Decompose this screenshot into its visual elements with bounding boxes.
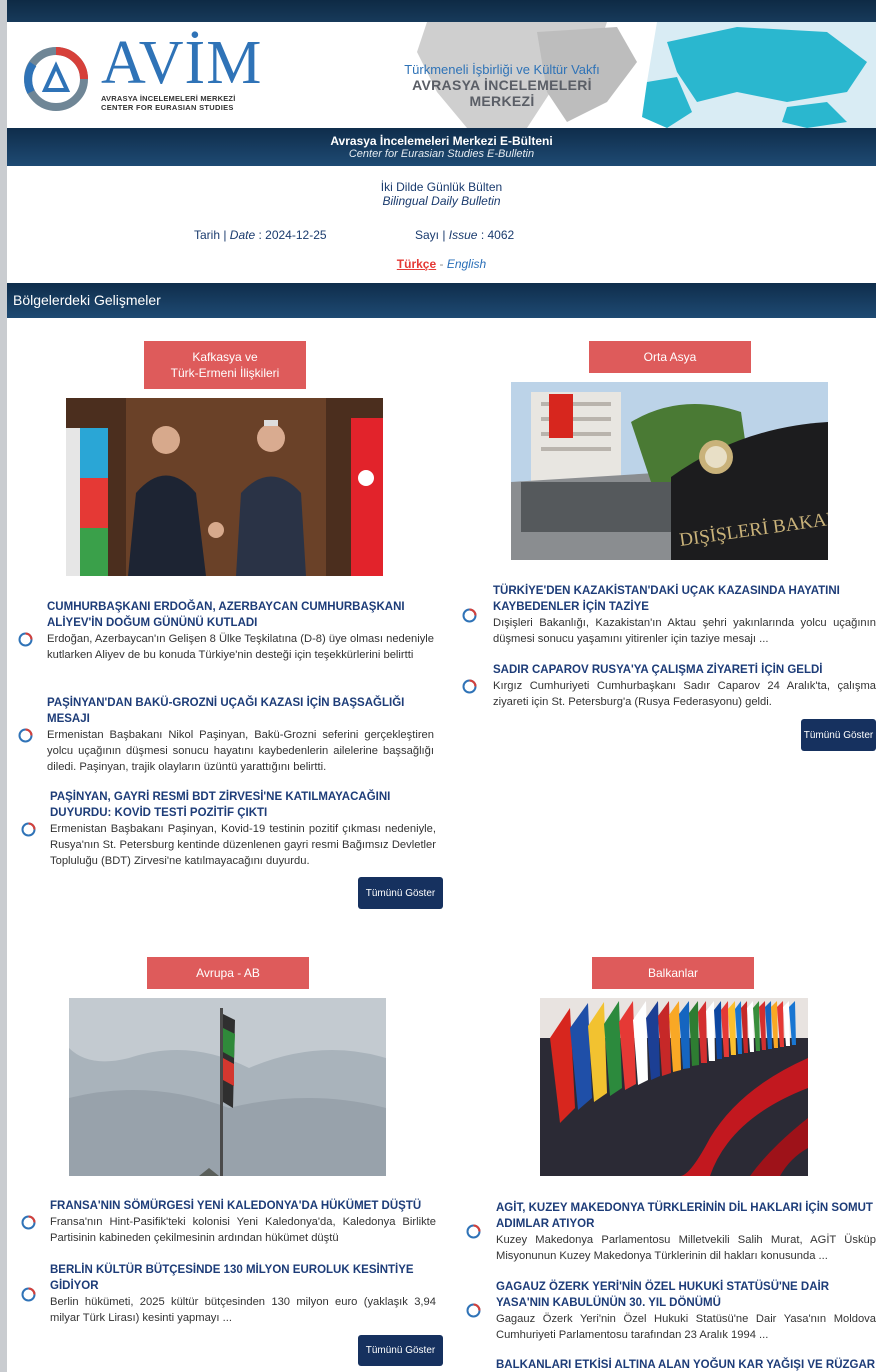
news-title-link[interactable]: PAŞİNYAN, GAYRİ RESMİ BDT ZİRVESİ'NE KAT…: [50, 789, 436, 821]
news-title-link[interactable]: AGİT, KUZEY MAKEDONYA TÜRKLERİNİN DİL HA…: [496, 1200, 876, 1232]
date-value: : 2024-12-25: [255, 228, 327, 242]
category-central-asia-button[interactable]: Orta Asya: [589, 341, 751, 373]
news-title-link[interactable]: CUMHURBAŞKANI ERDOĞAN, AZERBAYCAN CUMHUR…: [47, 599, 434, 631]
avim-bullet-icon: [18, 728, 33, 743]
news-summary: Kırgız Cumhuriyeti Cumhurbaşkanı Sadır C…: [493, 680, 876, 708]
issue-line: Sayı | Issue : 4062: [415, 228, 514, 242]
news-item: SADIR CAPAROV RUSYA'YA ÇALIŞMA ZİYARETİ …: [493, 662, 876, 710]
section-header: Bölgelerdeki Gelişmeler: [7, 283, 876, 318]
bulletin-subtitle: İki Dilde Günlük Bülten Bilingual Daily …: [7, 180, 876, 208]
news-title-link[interactable]: BERLİN KÜLTÜR BÜTÇESİNDE 130 MİLYON EURO…: [50, 1262, 436, 1294]
news-summary: Ermenistan Başbakanı Paşinyan, Kovid-19 …: [50, 823, 436, 867]
show-all-central-asia-button[interactable]: Tümünü Göster: [801, 719, 876, 751]
show-all-caucasus-button[interactable]: Tümünü Göster: [358, 877, 443, 909]
date-line: Tarih | Date : 2024-12-25: [194, 228, 327, 242]
news-summary: Berlin hükümeti, 2025 kültür bütçesinden…: [50, 1296, 436, 1324]
avim-bullet-icon: [462, 679, 477, 694]
news-summary: Fransa'nın Hint-Pasifik'teki kolonisi Ye…: [50, 1216, 436, 1244]
news-item: GAGAUZ ÖZERK YERİ'NİN ÖZEL HUKUKİ STATÜS…: [496, 1279, 876, 1343]
news-title-link[interactable]: BALKANLARI ETKİSİ ALTINA ALAN YOĞUN KAR …: [496, 1357, 876, 1372]
news-item: BERLİN KÜLTÜR BÜTÇESİNDE 130 MİLYON EURO…: [50, 1262, 436, 1326]
lang-link-turkish[interactable]: Türkçe: [397, 257, 436, 271]
bulletin-title-en: Center for Eurasian Studies E-Bulletin: [348, 148, 535, 160]
bulletin-title-tr: Avrasya İncelemeleri Merkezi E-Bülteni: [330, 134, 553, 148]
balkans-news-photo[interactable]: [540, 998, 808, 1176]
caucasus-news-photo[interactable]: [66, 398, 383, 576]
bulletin-title-bar: Avrasya İncelemeleri Merkezi E-Bülteni C…: [7, 128, 876, 166]
avim-logo-icon[interactable]: [23, 46, 89, 112]
category-balkans-button[interactable]: Balkanlar: [592, 957, 754, 989]
news-title-link[interactable]: TÜRKİYE'DEN KAZAKİSTAN'DAKİ UÇAK KAZASIN…: [493, 583, 876, 615]
news-summary: Ermenistan Başbakanı Nikol Paşinyan, Bak…: [47, 729, 434, 773]
daily-label-tr: İki Dilde Günlük Bülten: [380, 180, 503, 194]
logo-wordmark: AVİM: [101, 29, 263, 97]
category-caucasus-button[interactable]: Kafkasya ve Türk-Ermeni İlişkileri: [144, 341, 306, 389]
category-europe-button[interactable]: Avrupa - AB: [147, 957, 309, 989]
news-title-link[interactable]: SADIR CAPAROV RUSYA'YA ÇALIŞMA ZİYARETİ …: [493, 662, 876, 678]
center-name: AVRASYA İNCELEMELERİ MERKEZİ: [412, 77, 592, 109]
foundation-name: Türkmeneli İşbirliği ve Kültür Vakfı: [404, 62, 600, 77]
top-bar: [7, 0, 876, 22]
lang-separator: -: [436, 257, 447, 271]
bulletin-page: AVİM AVRASYA İNCELEMELERİ MERKEZİ CENTER…: [7, 0, 876, 1372]
date-label-en: Date: [229, 228, 256, 242]
issue-label-en: Issue: [448, 228, 478, 242]
news-title-link[interactable]: PAŞİNYAN'DAN BAKÜ-GROZNİ UÇAĞI KAZASI İÇ…: [47, 695, 434, 727]
news-title-link[interactable]: GAGAUZ ÖZERK YERİ'NİN ÖZEL HUKUKİ STATÜS…: [496, 1279, 876, 1311]
logo-subtitle-en: CENTER FOR EURASIAN STUDIES: [101, 103, 234, 112]
language-switcher: Türkçe - English: [7, 257, 876, 271]
daily-label-en: Bilingual Daily Bulletin: [382, 194, 501, 208]
show-all-europe-button[interactable]: Tümünü Göster: [358, 1335, 443, 1366]
lang-link-english[interactable]: English: [447, 257, 486, 271]
avim-bullet-icon: [466, 1303, 481, 1318]
news-item: TÜRKİYE'DEN KAZAKİSTAN'DAKİ UÇAK KAZASIN…: [493, 583, 876, 647]
avim-bullet-icon: [21, 1215, 36, 1230]
category-caucasus-label-l1: Kafkasya ve: [192, 350, 258, 364]
news-summary: Dışişleri Bakanlığı, Kazakistan'ın Aktau…: [493, 617, 876, 645]
news-item: PAŞİNYAN'DAN BAKÜ-GROZNİ UÇAĞI KAZASI İÇ…: [47, 695, 434, 775]
news-summary: Gagauz Özerk Yeri'nin Özel Hukuki Statüs…: [496, 1313, 876, 1341]
logo-text: AVİM AVRASYA İNCELEMELERİ MERKEZİ CENTER…: [101, 29, 263, 112]
date-label: Tarih |: [194, 228, 230, 242]
avim-bullet-icon: [18, 632, 33, 647]
avim-bullet-icon: [466, 1224, 481, 1239]
header-banner: AVİM AVRASYA İNCELEMELERİ MERKEZİ CENTER…: [7, 22, 876, 128]
news-item: PAŞİNYAN, GAYRİ RESMİ BDT ZİRVESİ'NE KAT…: [50, 789, 436, 869]
category-caucasus-label-l2: Türk-Ermeni İlişkileri: [170, 366, 280, 380]
avim-bullet-icon: [21, 822, 36, 837]
avim-bullet-icon: [462, 608, 477, 623]
news-item: BALKANLARI ETKİSİ ALTINA ALAN YOĞUN KAR …: [496, 1357, 876, 1372]
news-item: FRANSA'NIN SÖMÜRGESİ YENİ KALEDONYA'DA H…: [50, 1198, 436, 1246]
news-item: CUMHURBAŞKANI ERDOĞAN, AZERBAYCAN CUMHUR…: [47, 599, 434, 663]
issue-value: : 4062: [477, 228, 515, 242]
news-title-link[interactable]: FRANSA'NIN SÖMÜRGESİ YENİ KALEDONYA'DA H…: [50, 1198, 436, 1214]
news-summary: Erdoğan, Azerbaycan'ın Gelişen 8 Ülke Te…: [47, 633, 434, 661]
left-rail: [0, 0, 7, 1372]
news-summary: Kuzey Makedonya Parlamentosu Milletvekil…: [496, 1234, 876, 1262]
news-item: AGİT, KUZEY MAKEDONYA TÜRKLERİNİN DİL HA…: [496, 1200, 876, 1264]
issue-label: Sayı |: [415, 228, 449, 242]
banner-title: Türkmeneli İşbirliği ve Kültür Vakfı AVR…: [387, 62, 617, 109]
europe-news-photo[interactable]: [69, 998, 386, 1176]
avim-bullet-icon: [21, 1287, 36, 1302]
central-asia-news-photo[interactable]: DIŞİŞLERİ BAKANLIĞI: [511, 382, 828, 560]
